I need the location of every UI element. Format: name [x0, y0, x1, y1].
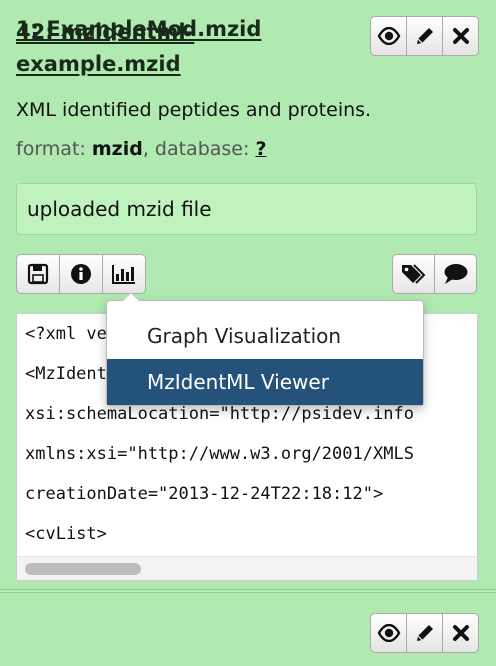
format-label: format:	[16, 138, 86, 160]
format-value: mzid	[91, 138, 143, 160]
peek-line: xmlns:xsi="http://www.w3.org/2001/XMLS	[25, 444, 414, 464]
pencil-icon	[416, 625, 433, 641]
delete-button[interactable]	[442, 613, 479, 653]
comment-icon	[444, 264, 467, 284]
close-icon	[452, 625, 469, 641]
save-button[interactable]	[16, 254, 60, 294]
info-icon	[71, 264, 91, 284]
dataset-meta: format: mzid, database: ?	[16, 136, 266, 162]
menu-item-graph-visualization[interactable]: Graph Visualization	[107, 313, 423, 359]
database-label: , database:	[142, 138, 250, 160]
comments-button[interactable]	[434, 254, 477, 294]
dataset-title[interactable]: 1: ExampleMod.mzid	[16, 13, 336, 45]
dataset-actions	[370, 613, 479, 653]
details-button[interactable]	[59, 254, 103, 294]
close-icon	[452, 28, 469, 44]
scrollbar-thumb[interactable]	[25, 563, 141, 575]
tags-button[interactable]	[392, 254, 435, 294]
dataset-1: 1: ExampleMod.mzid	[0, 17, 496, 666]
floppy-disk-icon	[27, 263, 49, 285]
view-button[interactable]	[370, 613, 407, 653]
view-button[interactable]	[370, 16, 407, 56]
dataset-info: XML identified peptides and proteins.	[16, 99, 372, 121]
eye-icon	[377, 624, 400, 642]
visualize-dropdown-menu: Graph Visualization MzIdentML Viewer	[106, 292, 424, 406]
menu-item-mzidentml-viewer[interactable]: MzIdentML Viewer	[107, 359, 423, 405]
peek-line: <cvList>	[25, 524, 107, 544]
tags-icon	[401, 264, 425, 284]
peek-horizontal-scrollbar[interactable]	[17, 556, 477, 580]
visualize-button[interactable]	[102, 254, 146, 294]
peek-line: xsi:schemaLocation="http://psidev.info	[25, 404, 414, 424]
edit-button[interactable]	[406, 16, 443, 56]
dataset-actions	[370, 16, 479, 56]
pencil-icon	[416, 28, 433, 44]
dataset-annotation: uploaded mzid file	[16, 183, 477, 235]
edit-button[interactable]	[406, 613, 443, 653]
dataset-tools-right	[392, 254, 477, 294]
dataset-tools	[16, 254, 146, 294]
delete-button[interactable]	[442, 16, 479, 56]
eye-icon	[377, 27, 400, 45]
database-value-link[interactable]: ?	[255, 138, 266, 160]
dataset-42: 42: mzidentml-example.mzid XML identifie…	[0, 0, 496, 590]
peek-line: creationDate="2013-12-24T22:18:12">	[25, 484, 384, 504]
bar-chart-icon	[112, 265, 135, 284]
